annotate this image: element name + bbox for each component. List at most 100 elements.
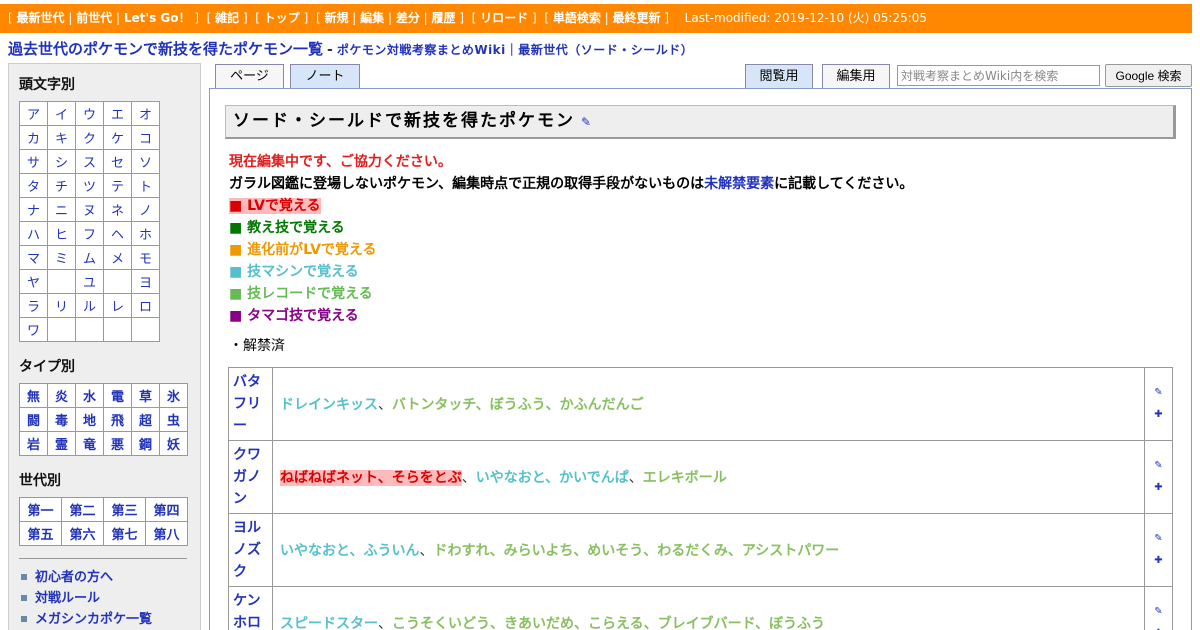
kana-cell[interactable]: ヌ <box>75 197 104 222</box>
tab-view-mode[interactable]: 閲覧用 <box>745 64 813 89</box>
type-cell[interactable]: 岩 <box>19 431 48 456</box>
kana-cell[interactable]: チ <box>47 173 76 198</box>
tab-edit-mode[interactable]: 編集用 <box>822 64 890 89</box>
kana-cell[interactable]: ト <box>131 173 160 198</box>
generation-cell[interactable]: 第七 <box>103 521 146 546</box>
kana-cell[interactable]: ル <box>75 293 104 318</box>
menu-link[interactable]: 履歴 <box>432 11 456 25</box>
kana-cell[interactable]: ノ <box>131 197 160 222</box>
type-cell[interactable]: 炎 <box>47 383 76 408</box>
kana-cell[interactable]: ネ <box>103 197 132 222</box>
unreleased-link[interactable]: 未解禁要素 <box>704 176 774 192</box>
generation-cell[interactable]: 第五 <box>19 521 62 546</box>
menu-link[interactable]: 雑記 <box>215 11 239 25</box>
kana-cell[interactable]: ニ <box>47 197 76 222</box>
kana-cell[interactable]: ヒ <box>47 221 76 246</box>
kana-cell[interactable]: イ <box>47 101 76 126</box>
kana-cell[interactable]: リ <box>47 293 76 318</box>
kana-cell[interactable]: ハ <box>19 221 48 246</box>
kana-cell[interactable]: サ <box>19 149 48 174</box>
type-cell[interactable]: 毒 <box>47 407 76 432</box>
kana-cell[interactable]: ヘ <box>103 221 132 246</box>
site-title-link[interactable]: ポケモン対戦考察まとめWiki｜最新世代（ソード・シールド） <box>337 43 693 57</box>
pencil-icon[interactable]: ✎ <box>1145 528 1172 550</box>
kana-cell[interactable]: キ <box>47 125 76 150</box>
kana-cell[interactable]: テ <box>103 173 132 198</box>
kana-cell[interactable]: ク <box>75 125 104 150</box>
kana-cell[interactable]: ミ <box>47 245 76 270</box>
menu-link[interactable]: 単語検索 <box>553 11 601 25</box>
kana-cell[interactable]: ソ <box>131 149 160 174</box>
menu-link[interactable]: トップ <box>264 11 300 25</box>
menu-link[interactable]: Let's Go！ <box>124 11 191 25</box>
kana-cell[interactable]: メ <box>103 245 132 270</box>
tab-page[interactable]: ページ <box>215 64 284 89</box>
type-cell[interactable]: 氷 <box>159 383 188 408</box>
kana-cell[interactable]: カ <box>19 125 48 150</box>
type-cell[interactable]: 闘 <box>19 407 48 432</box>
type-cell[interactable]: 超 <box>131 407 160 432</box>
pencil-icon[interactable]: ✎ <box>1145 382 1172 404</box>
generation-cell[interactable]: 第二 <box>61 497 104 522</box>
kana-cell[interactable]: ナ <box>19 197 48 222</box>
kana-cell[interactable]: タ <box>19 173 48 198</box>
type-cell[interactable]: 草 <box>131 383 160 408</box>
type-cell[interactable]: 悪 <box>103 431 132 456</box>
kana-cell[interactable]: ウ <box>75 101 104 126</box>
kana-cell[interactable]: ム <box>75 245 104 270</box>
type-cell[interactable]: 鋼 <box>131 431 160 456</box>
kana-cell[interactable]: ラ <box>19 293 48 318</box>
menu-link[interactable]: 編集 <box>360 11 384 25</box>
kana-cell[interactable]: モ <box>131 245 160 270</box>
menu-link[interactable]: 差分 <box>396 11 420 25</box>
pokemon-name[interactable]: クワガノン <box>228 440 273 514</box>
sidebar-link[interactable]: 対戦ルール <box>19 588 200 609</box>
type-cell[interactable]: 電 <box>103 383 132 408</box>
kana-cell[interactable]: ロ <box>131 293 160 318</box>
google-search-button[interactable]: Google 検索 <box>1105 64 1192 87</box>
kana-cell[interactable]: ホ <box>131 221 160 246</box>
sidebar-link[interactable]: メガシンカポケ一覧 <box>19 609 200 630</box>
pencil-icon[interactable]: ✎ <box>1145 455 1172 477</box>
generation-cell[interactable]: 第八 <box>145 521 188 546</box>
pokemon-name[interactable]: バタフリー <box>228 367 273 441</box>
generation-cell[interactable]: 第三 <box>103 497 146 522</box>
type-cell[interactable]: 妖 <box>159 431 188 456</box>
pokemon-name[interactable]: ケンホロウ <box>228 586 273 630</box>
kana-cell[interactable]: ヤ <box>19 269 48 294</box>
type-cell[interactable]: 飛 <box>103 407 132 432</box>
plus-icon[interactable]: ✚ <box>1145 404 1172 426</box>
pokemon-name[interactable]: ヨルノズク <box>228 513 273 587</box>
generation-cell[interactable]: 第六 <box>61 521 104 546</box>
kana-cell[interactable]: フ <box>75 221 104 246</box>
type-cell[interactable]: 地 <box>75 407 104 432</box>
pencil-icon[interactable]: ✎ <box>581 115 591 129</box>
menu-link[interactable]: リロード <box>480 11 528 25</box>
plus-icon[interactable]: ✚ <box>1145 550 1172 572</box>
kana-cell[interactable]: コ <box>131 125 160 150</box>
kana-cell[interactable]: エ <box>103 101 132 126</box>
plus-icon[interactable]: ✚ <box>1145 623 1172 630</box>
kana-cell[interactable]: ケ <box>103 125 132 150</box>
menu-link[interactable]: 最終更新 <box>613 11 661 25</box>
kana-cell[interactable]: セ <box>103 149 132 174</box>
kana-cell[interactable]: レ <box>103 293 132 318</box>
generation-cell[interactable]: 第一 <box>19 497 62 522</box>
menu-link[interactable]: 前世代 <box>76 11 112 25</box>
kana-cell[interactable]: ヨ <box>131 269 160 294</box>
type-cell[interactable]: 無 <box>19 383 48 408</box>
kana-cell[interactable]: マ <box>19 245 48 270</box>
kana-cell[interactable]: ワ <box>19 317 48 342</box>
kana-cell[interactable]: ユ <box>75 269 104 294</box>
type-cell[interactable]: 水 <box>75 383 104 408</box>
generation-cell[interactable]: 第四 <box>145 497 188 522</box>
type-cell[interactable]: 霊 <box>47 431 76 456</box>
kana-cell[interactable]: ツ <box>75 173 104 198</box>
kana-cell[interactable]: ア <box>19 101 48 126</box>
sidebar-link[interactable]: 初心者の方へ <box>19 567 200 588</box>
type-cell[interactable]: 竜 <box>75 431 104 456</box>
tab-note[interactable]: ノート <box>290 64 360 89</box>
kana-cell[interactable]: オ <box>131 101 160 126</box>
menu-link[interactable]: 新規 <box>324 11 348 25</box>
page-title-link[interactable]: 過去世代のポケモンで新技を得たポケモン一覧 <box>8 40 323 58</box>
